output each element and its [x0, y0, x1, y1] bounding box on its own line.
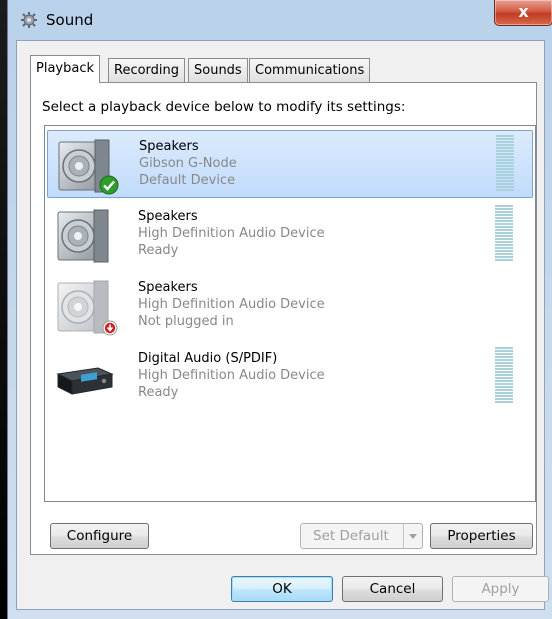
device-status: Not plugged in [138, 314, 234, 329]
background-strip [0, 0, 7, 619]
set-default-label: Set Default [313, 528, 389, 544]
tab-label: Playback [36, 61, 95, 76]
chevron-down-icon[interactable] [403, 524, 422, 548]
tab-label: Communications [255, 63, 365, 78]
dialog-body: Playback Recording Sounds Communications… [16, 40, 549, 610]
digital-receiver-icon [56, 367, 114, 395]
window-title: Sound [46, 11, 94, 29]
instruction-text: Select a playback device below to modify… [42, 99, 406, 115]
properties-button[interactable]: Properties [430, 523, 533, 549]
volume-meter [496, 135, 514, 193]
device-description: High Definition Audio Device [138, 226, 325, 241]
unplugged-arrow-icon [102, 320, 118, 336]
device-item[interactable]: Speakers High Definition Audio Device Re… [47, 201, 533, 269]
tab-recording[interactable]: Recording [108, 58, 186, 82]
device-description: Gibson G-Node [139, 156, 237, 171]
device-status: Ready [138, 385, 179, 400]
speaker-icon [57, 209, 109, 263]
device-name: Speakers [139, 139, 199, 154]
title-bar[interactable]: Sound x [8, 0, 552, 40]
volume-meter [495, 347, 513, 405]
device-list[interactable]: Speakers Gibson G-Node Default Device Sp… [44, 125, 536, 502]
tab-label: Sounds [194, 63, 242, 78]
set-default-button[interactable]: Set Default [300, 523, 423, 549]
configure-button[interactable]: Configure [50, 523, 149, 549]
tab-playback[interactable]: Playback [30, 55, 101, 83]
tab-communications[interactable]: Communications [249, 58, 371, 82]
tab-label: Recording [114, 63, 180, 78]
apply-button[interactable]: Apply [452, 576, 549, 602]
close-icon: x [518, 2, 529, 21]
device-name: Speakers [138, 280, 198, 295]
device-description: High Definition Audio Device [138, 368, 325, 383]
default-check-icon [99, 175, 119, 195]
device-name: Digital Audio (S/PDIF) [138, 351, 278, 366]
cancel-button[interactable]: Cancel [342, 576, 443, 602]
device-status: Default Device [139, 173, 236, 188]
device-description: High Definition Audio Device [138, 297, 325, 312]
sound-app-icon [21, 12, 37, 28]
close-button[interactable]: x [494, 0, 552, 26]
device-status: Ready [138, 243, 179, 258]
ok-button[interactable]: OK [231, 576, 333, 602]
device-item[interactable]: Speakers Gibson G-Node Default Device [47, 130, 533, 198]
device-item[interactable]: Speakers High Definition Audio Device No… [47, 272, 533, 340]
sound-dialog: Sound x Playback Recording Sounds Commun… [7, 0, 552, 619]
tab-sounds[interactable]: Sounds [188, 58, 248, 82]
device-item[interactable]: Digital Audio (S/PDIF) High Definition A… [47, 343, 533, 411]
volume-meter [495, 205, 513, 263]
device-name: Speakers [138, 209, 198, 224]
